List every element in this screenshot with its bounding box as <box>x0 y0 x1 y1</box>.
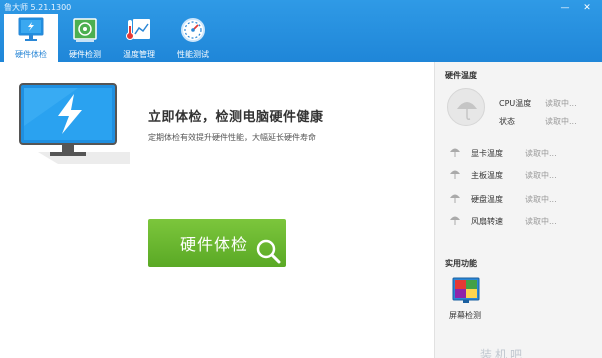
cpu-gauge <box>447 88 485 126</box>
fan-speed-label: 风扇转速 <box>471 217 503 226</box>
page-subtitle: 定期体检有效提升硬件性能，大幅延长硬件寿命 <box>148 133 316 142</box>
tab-label: 性能测试 <box>177 50 209 59</box>
hardware-checkup-button[interactable]: 硬件体检 <box>148 219 286 267</box>
app-title: 鲁大师 5.21.1300 <box>4 3 72 12</box>
fan-speed-value: 读取中... <box>525 217 557 226</box>
circuit-board-icon <box>73 18 97 42</box>
motherboard-temp-value: 读取中... <box>525 171 557 180</box>
tab-performance-test[interactable]: 性能测试 <box>166 14 220 62</box>
status-value: 读取中... <box>545 117 577 126</box>
window-controls: — ✕ <box>554 0 598 16</box>
umbrella-icon <box>450 194 460 203</box>
gpu-temp-value: 读取中... <box>525 149 557 158</box>
button-label: 硬件体检 <box>180 235 249 254</box>
hardware-temp-heading: 硬件温度 <box>445 71 477 80</box>
minimize-button[interactable]: — <box>554 0 576 16</box>
tab-hardware-checkup[interactable]: 硬件体检 <box>4 14 58 62</box>
umbrella-icon <box>450 148 460 157</box>
cpu-temp-label: CPU温度 <box>499 99 532 108</box>
close-button[interactable]: ✕ <box>576 0 598 16</box>
umbrella-icon <box>457 102 477 120</box>
speedometer-icon <box>181 18 205 42</box>
right-panel: 硬件温度 CPU温度 读取中... 状态 读取中... 显卡温度 读取中... … <box>434 62 602 358</box>
tab-hardware-detect[interactable]: 硬件检测 <box>58 14 112 62</box>
monitor-check-icon <box>18 17 44 41</box>
screen-test-label: 屏幕检测 <box>449 311 481 320</box>
cpu-temp-value: 读取中... <box>545 99 577 108</box>
disk-temp-label: 硬盘温度 <box>471 195 503 204</box>
thermometer-icon <box>126 19 150 40</box>
tab-label: 硬件体检 <box>15 50 47 59</box>
disk-temp-value: 读取中... <box>525 195 557 204</box>
monitor-illustration <box>19 83 130 164</box>
umbrella-icon <box>450 170 460 179</box>
magnifier-icon <box>256 239 281 264</box>
tab-temperature-management[interactable]: 温度管理 <box>112 14 166 62</box>
page-title: 立即体检，检测电脑硬件健康 <box>148 110 324 125</box>
tools-heading: 实用功能 <box>445 259 477 268</box>
tab-label: 温度管理 <box>123 50 155 59</box>
motherboard-temp-label: 主板温度 <box>471 171 503 180</box>
gpu-temp-label: 显卡温度 <box>471 149 503 158</box>
title-toolbar: 鲁大师 5.21.1300 — ✕ 硬件体检 硬件检测 温度管理 性能测试 <box>0 0 602 62</box>
tab-label: 硬件检测 <box>69 50 101 59</box>
watermark: 装机吧 <box>480 348 526 358</box>
umbrella-icon <box>450 216 460 225</box>
status-label: 状态 <box>499 117 515 126</box>
screen-test-icon[interactable] <box>451 276 481 306</box>
